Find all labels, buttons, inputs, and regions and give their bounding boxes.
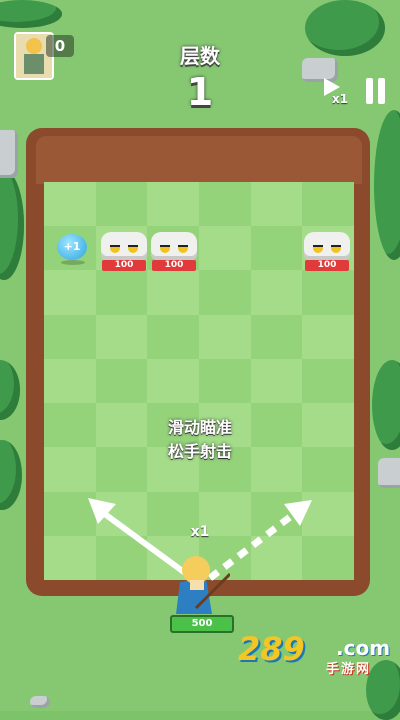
board-tile	[302, 447, 354, 492]
board-tile	[44, 314, 96, 359]
site-watermark-logo: 289 .com 手游网	[238, 630, 391, 677]
release-hint-line: 松手射击	[167, 442, 232, 461]
enemy-face	[151, 232, 197, 260]
board-tile	[147, 314, 199, 359]
enemy-eye	[331, 245, 341, 253]
enemy-eye	[110, 245, 120, 253]
board-tile	[302, 270, 354, 315]
bonus-ball-label: +1	[57, 234, 87, 260]
pit-back-wall	[36, 136, 362, 184]
board-tile	[199, 182, 251, 227]
enemy-block: 100	[150, 232, 198, 272]
watermark-domain: .com	[336, 636, 391, 660]
pause-button[interactable]	[362, 78, 388, 104]
board-tile	[302, 358, 354, 404]
enemy-face	[304, 232, 350, 260]
watermark-site-name: 手游网	[326, 662, 372, 677]
archer-hero[interactable]	[168, 548, 230, 618]
board-tile	[44, 403, 96, 448]
pause-icon-bar	[378, 78, 385, 104]
enemy-block: 100	[100, 232, 148, 272]
enemy-eye	[128, 245, 138, 253]
stone-decoration	[30, 696, 50, 708]
ball-multiplier: x1	[190, 524, 210, 540]
board-tile	[302, 182, 354, 227]
stone-decoration	[378, 458, 400, 488]
pause-icon	[366, 78, 373, 104]
bonus-ball-pickup: +1	[57, 234, 89, 265]
enemy-hp: 100	[152, 260, 196, 271]
board-tile	[199, 358, 251, 404]
enemy-eye	[160, 245, 170, 253]
board-tile	[95, 270, 148, 315]
board-tile	[199, 270, 251, 315]
enemy-block: 100	[303, 232, 351, 272]
board-tile	[250, 226, 303, 271]
tree-decoration	[305, 0, 385, 56]
aim-hint: 滑动瞄准 松手射击	[130, 416, 270, 464]
board-tile	[250, 314, 303, 359]
board-tile	[95, 358, 148, 404]
board-tile	[95, 182, 148, 227]
enemy-eye	[313, 245, 323, 253]
hero-hp-bar: 500	[170, 615, 234, 633]
stone-decoration	[0, 130, 18, 178]
enemy-eye	[178, 245, 188, 253]
aim-hint-line: 滑动瞄准	[167, 418, 232, 437]
level-value: 1	[186, 70, 214, 114]
bonus-ball-shadow	[61, 260, 85, 265]
watermark-number: 289	[238, 630, 305, 668]
enemy-hp: 100	[102, 260, 146, 271]
enemy-face	[101, 232, 147, 260]
speed-button[interactable]: x1	[322, 78, 356, 106]
level-label: 层数	[180, 44, 220, 68]
coin-counter: 0	[46, 35, 74, 57]
speed-multiplier-text: x1	[332, 92, 349, 106]
enemy-hp: 100	[305, 260, 349, 271]
